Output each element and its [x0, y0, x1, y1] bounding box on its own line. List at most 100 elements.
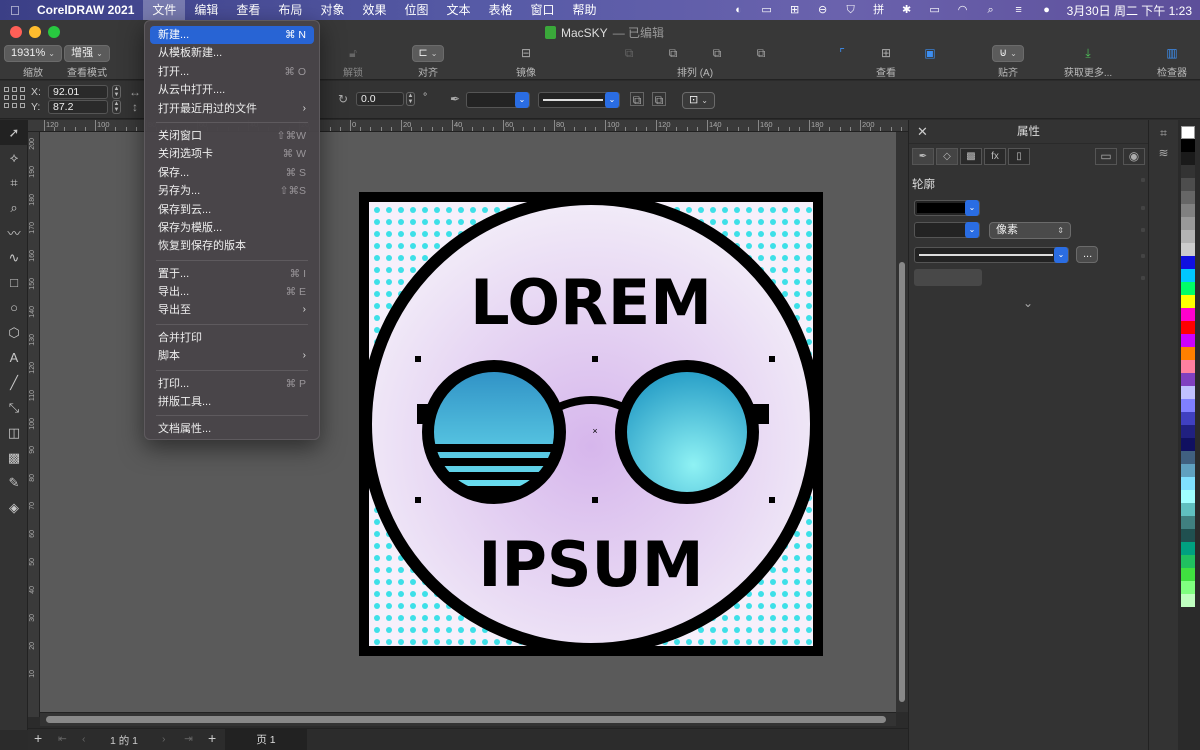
file-menu-item[interactable]: 另存为... ⇧⌘S — [150, 182, 314, 200]
pick-tool-icon[interactable]: ➚ — [0, 120, 28, 145]
color-swatch[interactable] — [1181, 503, 1195, 516]
color-swatch[interactable] — [1181, 373, 1195, 386]
file-menu-item[interactable]: 新建... ⌘ N — [150, 26, 314, 45]
color-swatch[interactable] — [1181, 165, 1195, 178]
mirror-icon[interactable]: ⊟ — [519, 46, 533, 60]
view-mode-dropdown[interactable]: 增强 ⌄ — [64, 44, 110, 62]
x-stepper[interactable]: ▲ ▼ — [112, 85, 121, 99]
menu-view[interactable]: 查看 — [227, 0, 269, 20]
last-page-icon[interactable]: ⇥ — [184, 733, 193, 745]
interactive-fill-icon[interactable]: ◈ — [0, 495, 28, 520]
siri-icon[interactable]: ● — [1039, 4, 1055, 16]
frame-icon[interactable]: ▭ — [1095, 148, 1117, 165]
wrap-dropdown[interactable]: ⊡ ⌄ — [682, 92, 715, 109]
outline-tab-icon[interactable]: ✒ — [912, 148, 934, 165]
color-swatch[interactable] — [1181, 178, 1195, 191]
rectangle-tool-icon[interactable]: □ — [0, 270, 28, 295]
unit-dropdown[interactable]: 像素 ⇕ — [989, 222, 1071, 239]
color-swatch[interactable] — [1181, 529, 1195, 542]
color-swatch[interactable] — [1181, 386, 1195, 399]
line-cap-buttons[interactable] — [914, 269, 982, 286]
effects-tab-icon[interactable]: fx — [984, 148, 1006, 165]
color-swatch[interactable] — [1181, 451, 1195, 464]
first-page-icon[interactable]: ⇤ — [58, 733, 67, 745]
color-swatch[interactable] — [1181, 347, 1195, 360]
file-menu-item[interactable]: 导出... ⌘ E — [150, 283, 314, 301]
shape-tool-icon[interactable]: ⟡ — [0, 145, 28, 170]
file-menu-item[interactable]: 从模板新建... — [150, 44, 314, 62]
color-swatch[interactable] — [1181, 438, 1195, 451]
artwork[interactable]: LOREM IPSUM × — [359, 192, 823, 656]
file-menu-item[interactable]: 打印... ⌘ P — [150, 375, 314, 393]
spotlight-icon[interactable]: ⌕ — [983, 4, 999, 16]
color-swatch[interactable] — [1181, 256, 1195, 269]
add-page-before-button[interactable]: + — [34, 730, 42, 746]
shield-icon[interactable]: ⛉ — [843, 4, 859, 16]
menu-table[interactable]: 表格 — [480, 0, 522, 20]
vertical-ruler[interactable]: 200 190 180 170 160 150 140 130 120 110 100 90 80 70 6… — [28, 132, 40, 717]
color-swatch[interactable] — [1181, 152, 1195, 165]
outline-color-dropdown[interactable]: ⌄ — [914, 200, 980, 216]
line-style-dropdown[interactable]: ⌄ — [538, 92, 620, 108]
polygon-tool-icon[interactable]: ⬡ — [0, 320, 28, 345]
color-swatch[interactable] — [1181, 321, 1195, 334]
inspector-icon[interactable]: ▥ — [1165, 46, 1179, 60]
color-swatch[interactable] — [1181, 360, 1195, 373]
color-swatch[interactable] — [1181, 555, 1195, 568]
rulers-icon[interactable]: ⌜ — [835, 46, 849, 60]
menubar-clock[interactable]: 3月30日 周二 下午 1:23 — [1067, 2, 1192, 19]
file-menu-item[interactable]: 从云中打开.... — [150, 81, 314, 99]
page-tab[interactable]: 页 1 — [225, 729, 307, 750]
file-menu-item[interactable]: 导出至 › — [150, 301, 314, 319]
transparency-tab-icon[interactable]: ▩ — [960, 148, 982, 165]
menu-edit[interactable]: 编辑 — [185, 0, 227, 20]
ellipse-tool-icon[interactable]: ○ — [0, 295, 28, 320]
menu-file[interactable]: 文件 — [143, 0, 186, 20]
color-swatch[interactable] — [1181, 464, 1195, 477]
color-swatch[interactable] — [1181, 308, 1195, 321]
minimize-window-button[interactable] — [29, 26, 41, 38]
menu-bitmaps[interactable]: 位图 — [395, 0, 437, 20]
outline-width-dropdown[interactable]: ⌄ — [466, 92, 530, 108]
align-dropdown[interactable]: ⊏ ⌄ — [411, 44, 445, 62]
to-back-icon[interactable]: ⧉ — [754, 46, 768, 60]
color-swatch[interactable] — [1181, 269, 1195, 282]
grid-icon[interactable]: ⊞ — [879, 46, 893, 60]
color-swatch[interactable] — [1181, 230, 1195, 243]
close-icon[interactable]: ✕ — [917, 120, 928, 144]
crop-tool-icon[interactable]: ⌗ — [0, 170, 28, 195]
color-swatch[interactable] — [1181, 477, 1195, 490]
zoom-dropdown[interactable]: 1931% ⌄ — [4, 44, 62, 62]
menu-text[interactable]: 文本 — [437, 0, 479, 20]
zoom-tool-icon[interactable]: ⌕ — [0, 195, 28, 220]
artistic-media-icon[interactable]: ∿ — [0, 245, 28, 270]
color-swatch[interactable] — [1181, 425, 1195, 438]
menu-help[interactable]: 帮助 — [564, 0, 606, 20]
transparency-tool-icon[interactable]: ▩ — [0, 445, 28, 470]
file-menu-item[interactable]: 关闭选项卡 ⌘ W — [150, 145, 314, 163]
file-menu-item[interactable]: 拼版工具... — [150, 393, 314, 411]
summary-tab-icon[interactable]: ▯ — [1008, 148, 1030, 165]
file-menu-item[interactable]: 置于... ⌘ I — [150, 265, 314, 283]
apple-icon[interactable]:  — [10, 3, 28, 18]
eyedropper-tool-icon[interactable]: ✎ — [0, 470, 28, 495]
chevron-down-icon[interactable]: ⌄ — [1021, 296, 1035, 310]
rotation-stepper[interactable]: ▲ ▼ — [406, 92, 415, 106]
properties-docker-icon[interactable]: ⌗ — [1157, 126, 1171, 140]
unlock-icon[interactable]: 🔓︎ — [346, 46, 360, 60]
menu-app-name[interactable]: CorelDRAW 2021 — [28, 0, 143, 20]
forward-one-icon[interactable]: ⧉ — [666, 46, 680, 60]
to-front-icon[interactable]: ⧉ — [622, 46, 636, 60]
close-window-button[interactable] — [10, 26, 22, 38]
file-menu-item[interactable]: 脚本 › — [150, 347, 314, 365]
back-one-icon[interactable]: ⧉ — [710, 46, 724, 60]
vertical-scrollbar[interactable] — [896, 132, 908, 712]
download-icon[interactable]: ⤓ — [1081, 46, 1095, 60]
file-menu-item[interactable]: 保存到云... — [150, 201, 314, 219]
wifi-icon[interactable]: ◠ — [955, 4, 971, 16]
drop-shadow-icon[interactable]: ◫ — [0, 420, 28, 445]
file-menu-item[interactable]: 文档属性... — [150, 420, 314, 438]
battery-icon[interactable]: ▭ — [927, 4, 943, 16]
menu-window[interactable]: 窗口 — [522, 0, 564, 20]
next-page-icon[interactable]: › — [162, 733, 166, 745]
